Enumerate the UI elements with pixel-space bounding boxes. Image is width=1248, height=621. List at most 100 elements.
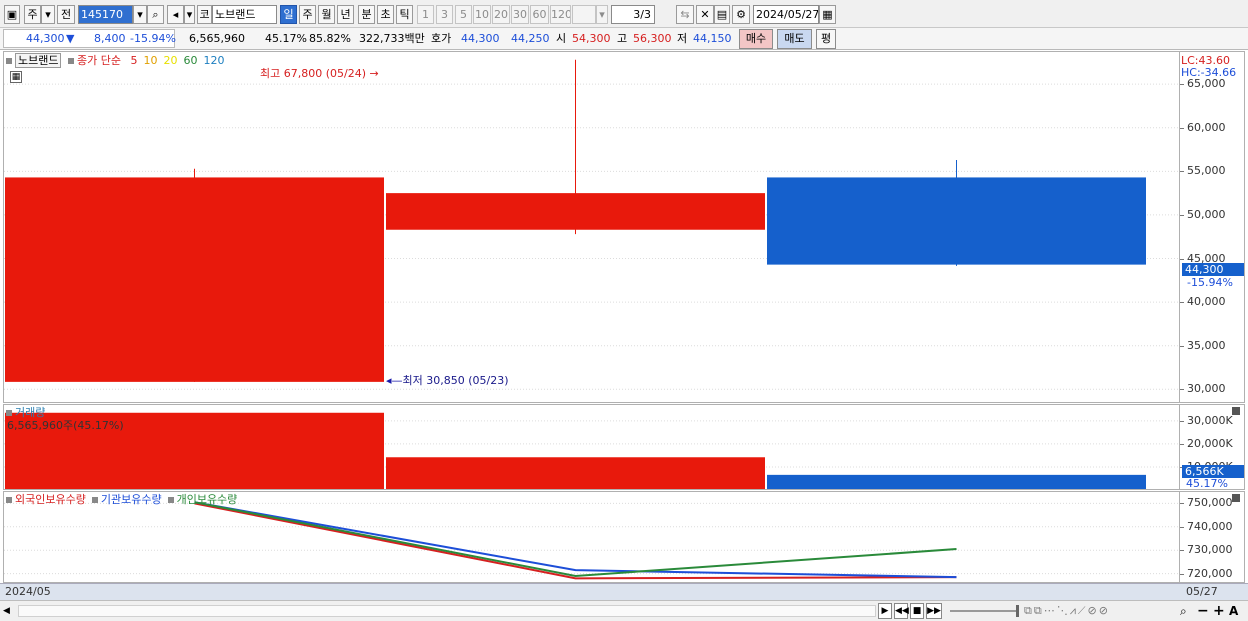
- price-axis: LC:43.60 HC:-34.66 65,000 60,000 55,000 50,…: [1180, 51, 1245, 403]
- bid-price-2: 44,250: [511, 32, 550, 45]
- zoom-out-icon[interactable]: −: [1197, 603, 1209, 619]
- interval-button[interactable]: 1: [417, 5, 434, 24]
- sell-button[interactable]: 매도: [777, 29, 812, 49]
- period-button[interactable]: 주: [299, 5, 316, 24]
- tick-label: 720,000: [1187, 566, 1233, 580]
- prev-button[interactable]: 전: [57, 5, 75, 24]
- turnover-pct: 45.17%: [265, 32, 307, 45]
- volume-current-pct: 45.17%: [1186, 477, 1228, 490]
- tick-mark: [1180, 503, 1184, 505]
- pane-close-icon[interactable]: [1232, 407, 1240, 415]
- ma-legend-item[interactable]: 20: [163, 54, 177, 67]
- period-button[interactable]: 분: [358, 5, 375, 24]
- quote-bar: 44,300 ▼ 8,400 -15.94% 6,565,960 45.17% …: [0, 28, 1248, 50]
- tick-label: 30,000: [1187, 382, 1226, 396]
- horizontal-scrollbar[interactable]: [18, 605, 876, 617]
- price-chart-pane[interactable]: 노브랜드 종가 단순 5 10 20 60 120 ▦ 최고 67,800 (05/24…: [3, 51, 1180, 403]
- stock-code-input[interactable]: 145170: [78, 5, 133, 24]
- open-label: 시: [556, 32, 567, 45]
- magnifier-icon[interactable]: ⌕: [1180, 603, 1194, 619]
- volume-axis: 30,000K20,000K10,000K 6,566K 45.17%: [1180, 404, 1245, 490]
- compare-icon[interactable]: ⇆: [676, 5, 694, 24]
- tick-mark: [1180, 573, 1184, 575]
- save-icon[interactable]: ▤: [714, 5, 730, 24]
- window-icon[interactable]: ▣: [4, 5, 20, 24]
- tick-label: 40,000: [1187, 295, 1226, 309]
- auto-scale-icon[interactable]: A: [1229, 603, 1243, 619]
- crosshair-icon[interactable]: ✕: [696, 5, 714, 24]
- stock-tag[interactable]: 노브랜드: [15, 53, 62, 68]
- arrow-right-icon: →: [369, 67, 379, 80]
- interval-button[interactable]: 10: [473, 5, 491, 24]
- period-button[interactable]: 월: [318, 5, 335, 24]
- interval-custom-field[interactable]: [572, 5, 596, 24]
- time-axis: 2024/05 05/27: [0, 583, 1248, 600]
- volume-info: 6,565,960주(45.17%): [7, 419, 124, 432]
- tick-mark: [1180, 420, 1184, 422]
- holdings-legend-item[interactable]: 개인보유수량: [177, 493, 238, 506]
- holdings-legend-item[interactable]: 기관보유수량: [101, 493, 162, 506]
- ma-legend-item[interactable]: 60: [183, 54, 197, 67]
- date-input[interactable]: 2024/05/27: [753, 5, 819, 24]
- volume-pane[interactable]: 거래량 6,565,960주(45.17%): [3, 404, 1180, 490]
- scroll-left-icon[interactable]: ◀: [3, 604, 15, 618]
- ma-legend-item[interactable]: 120: [203, 54, 224, 67]
- holdings-pane[interactable]: 외국인보유수량 기관보유수량 개인보유수량: [3, 491, 1180, 583]
- code-dropdown-icon[interactable]: ▾: [133, 5, 147, 24]
- table-icon[interactable]: ▦: [10, 71, 22, 83]
- interval-button[interactable]: 30: [511, 5, 529, 24]
- candle-body: [767, 177, 1146, 265]
- tick-label: 50,000: [1187, 207, 1226, 221]
- period-button[interactable]: 초: [377, 5, 394, 24]
- volume-title: 거래량: [6, 406, 45, 419]
- stop-icon[interactable]: ■: [910, 603, 924, 619]
- market-tag: 코: [197, 5, 212, 24]
- open-price: 54,300: [572, 32, 611, 45]
- tick-mark: [1180, 345, 1184, 347]
- gear-icon[interactable]: ⚙: [732, 5, 750, 24]
- ma-legend-item[interactable]: 10: [143, 54, 157, 67]
- interval-button[interactable]: 20: [492, 5, 510, 24]
- ma-legend-item[interactable]: 5: [130, 54, 137, 67]
- interval-dropdown-icon[interactable]: ▾: [596, 5, 608, 24]
- speaker-dropdown-icon[interactable]: ▾: [184, 5, 195, 24]
- calendar-icon[interactable]: ▦: [819, 5, 836, 24]
- candle-body: [386, 193, 765, 230]
- zoom-slider-handle[interactable]: [1016, 605, 1019, 617]
- interval-button[interactable]: 3: [436, 5, 453, 24]
- zoom-slider[interactable]: [950, 610, 1016, 612]
- drawing-tools[interactable]: ⧉⧉⋯⋱⩘⟋⊘⊘: [1024, 603, 1184, 619]
- count-input[interactable]: 3/3: [611, 5, 655, 24]
- price-change: 8,400: [94, 32, 126, 45]
- search-icon[interactable]: ⌕: [147, 5, 164, 24]
- tick-mark: [1180, 258, 1184, 260]
- stock-name-field[interactable]: 노브랜드: [212, 5, 277, 24]
- market-selector[interactable]: 주: [24, 5, 41, 24]
- buy-button[interactable]: 매수: [739, 29, 773, 49]
- legend-square-icon: [6, 410, 12, 416]
- avg-button[interactable]: 평: [816, 29, 836, 49]
- legend-square-icon: [67, 58, 74, 64]
- fast-forward-icon[interactable]: ▶▶: [926, 603, 942, 619]
- rewind-icon[interactable]: ◀◀: [894, 603, 909, 619]
- high-price: 56,300: [633, 32, 672, 45]
- current-price: 44,300: [26, 32, 65, 45]
- holdings-legend-item[interactable]: 외국인보유수량: [15, 493, 86, 506]
- tick-label: 60,000: [1187, 120, 1226, 134]
- interval-button[interactable]: 120: [550, 5, 571, 24]
- trade-value: 322,733백만: [359, 32, 425, 45]
- legend-square-icon: [6, 58, 12, 64]
- interval-button[interactable]: 60: [530, 5, 549, 24]
- tick-label: 750,000: [1187, 496, 1233, 510]
- period-button[interactable]: 틱: [396, 5, 413, 24]
- market-dropdown-icon[interactable]: ▾: [41, 5, 55, 24]
- zoom-in-icon[interactable]: +: [1213, 603, 1225, 619]
- high-label: 고: [617, 32, 628, 45]
- volume-bar: [767, 474, 1146, 489]
- period-button[interactable]: 일: [280, 5, 297, 24]
- scroll-right-icon[interactable]: ▶: [878, 603, 892, 619]
- interval-button[interactable]: 5: [455, 5, 472, 24]
- speaker-icon[interactable]: ◂: [167, 5, 184, 24]
- period-button[interactable]: 년: [337, 5, 354, 24]
- holdings-series-line: [194, 501, 957, 579]
